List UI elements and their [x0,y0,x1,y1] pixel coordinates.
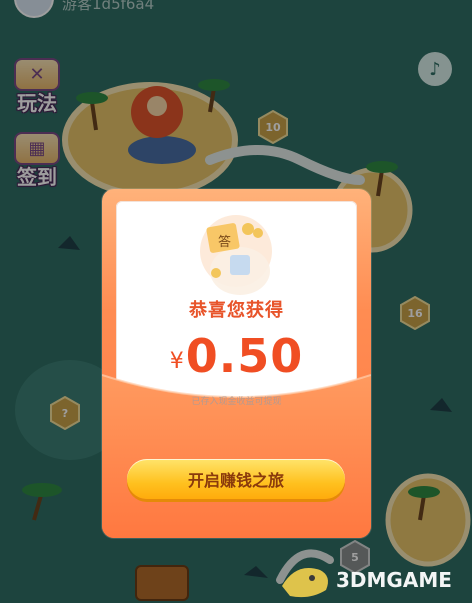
dialog-title: 恭喜您获得 [189,300,284,321]
reward-dialog: 答 恭喜您获得 ¥0.50 已存入现金收益可提现 开启赚钱之旅 [102,189,371,538]
mascot-icon: 答 [200,215,272,295]
watermark-logo-icon [282,568,328,598]
envelope-front [102,349,371,538]
start-earning-button[interactable]: 开启赚钱之旅 [127,459,345,499]
reward-note: 已存入现金收益可提现 [191,397,282,407]
badge-text: 答 [218,234,231,250]
watermark-text: 3DMGAME [336,568,452,592]
